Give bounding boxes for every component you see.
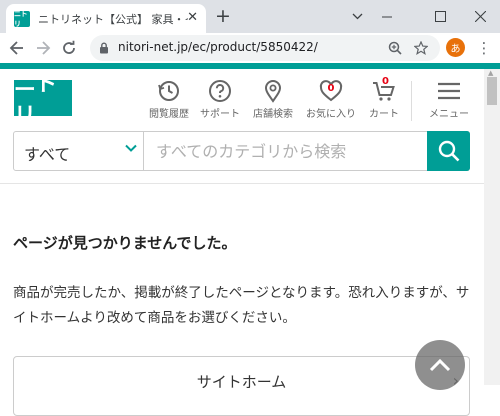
error-message: 商品が完売したか、掲載が終了したページとなります。恐れ入りますが、サイトホームよ…: [13, 285, 470, 326]
new-tab-icon[interactable]: +: [215, 6, 231, 26]
browser-tab[interactable]: ニトリ ニトリネット【公式】 家具・インテリア ✕: [6, 4, 206, 33]
nav-store-search[interactable]: 店舗検索: [250, 79, 296, 120]
nav-menu[interactable]: メニュー: [426, 79, 472, 120]
site-home-label: サイトホーム: [196, 373, 287, 391]
nav-menu-label: メニュー: [429, 109, 469, 120]
chevron-up-icon: [429, 358, 451, 372]
cart-count: 0: [382, 76, 389, 87]
nav-cart-label: カート: [369, 109, 399, 120]
maximize-icon[interactable]: [418, 0, 463, 33]
nav-favorites[interactable]: 0 お気に入り: [306, 79, 356, 120]
nitori-logo[interactable]: ニトリ: [14, 72, 72, 129]
lock-icon[interactable]: [99, 42, 109, 54]
profile-avatar[interactable]: あ: [446, 38, 465, 57]
category-select[interactable]: すべて: [14, 132, 144, 170]
site-home-button[interactable]: サイトホーム ›: [13, 356, 470, 416]
browser-tab-strip: ニトリ ニトリネット【公式】 家具・インテリア ✕ +: [0, 0, 500, 33]
scrollbar-thumb[interactable]: [487, 77, 497, 105]
page-scrollbar[interactable]: ▲: [484, 69, 500, 385]
site-header: ニトリ 閲覧履歴 サポート 店舗検索 0 お気に入り 0 カート メニュー: [0, 69, 484, 129]
address-bar[interactable]: nitori-net.jp/ec/product/5850422/: [90, 35, 440, 61]
tab-title: ニトリネット【公式】 家具・インテリア: [38, 12, 188, 26]
tab-close-icon[interactable]: ✕: [187, 11, 198, 25]
search-button[interactable]: [427, 131, 470, 171]
chevron-down-icon: [125, 144, 137, 152]
window-close-icon[interactable]: [458, 0, 500, 33]
nav-history-label: 閲覧履歴: [149, 109, 189, 120]
header-separator: [0, 183, 484, 184]
url-text[interactable]: nitori-net.jp/ec/product/5850422/: [118, 40, 318, 54]
forward-icon[interactable]: [32, 37, 54, 59]
search-icon: [438, 140, 459, 162]
search-input[interactable]: [144, 132, 427, 170]
tab-search-chevron-icon[interactable]: [342, 0, 372, 33]
reload-icon[interactable]: [58, 37, 80, 59]
browser-toolbar: nitori-net.jp/ec/product/5850422/ あ ⋮: [0, 33, 500, 63]
zoom-icon[interactable]: [386, 39, 404, 57]
favorites-count: 0: [327, 83, 335, 94]
nav-favorites-label: お気に入り: [306, 109, 356, 120]
back-icon[interactable]: [6, 37, 28, 59]
location-pin-icon: [264, 80, 282, 103]
search-bar: すべて: [13, 131, 470, 171]
category-select-value: すべて: [24, 145, 71, 164]
nav-cart[interactable]: 0 カート: [361, 76, 407, 120]
nitori-favicon: ニトリ: [14, 10, 30, 28]
nav-support[interactable]: サポート: [197, 79, 243, 120]
scroll-up-icon[interactable]: ▲: [488, 69, 493, 77]
error-heading: ページが見つかりませんでした。: [13, 234, 237, 252]
hamburger-icon: [438, 82, 460, 100]
back-to-top-button[interactable]: [415, 340, 465, 390]
bookmark-star-icon[interactable]: [412, 39, 430, 57]
history-icon: [158, 81, 179, 101]
help-icon: [209, 80, 231, 102]
nav-history[interactable]: 閲覧履歴: [146, 79, 192, 120]
nav-store-search-label: 店舗検索: [253, 109, 293, 120]
nav-support-label: サポート: [200, 109, 240, 120]
header-divider: [411, 81, 412, 121]
browser-menu-icon[interactable]: ⋮: [474, 37, 494, 59]
